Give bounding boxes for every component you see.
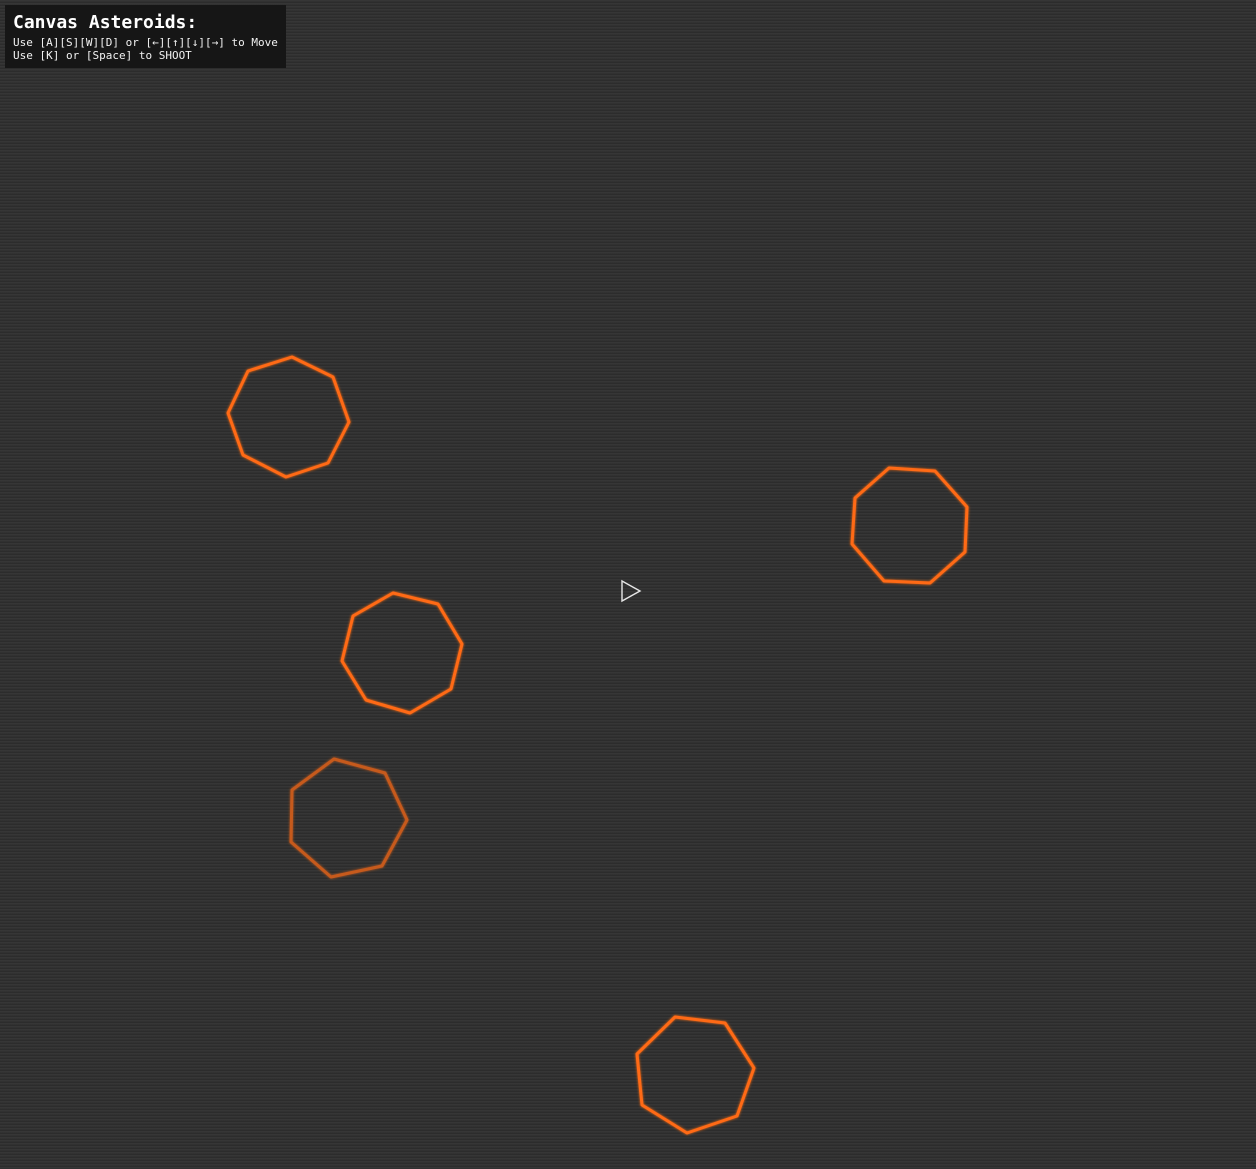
asteroid: [340, 591, 464, 715]
asteroid: [850, 466, 969, 585]
asteroid: [635, 1015, 756, 1135]
game-canvas[interactable]: [0, 0, 1256, 1169]
asteroid: [289, 757, 409, 879]
ship-triangle-icon: [621, 579, 642, 603]
asteroid: [226, 355, 351, 479]
